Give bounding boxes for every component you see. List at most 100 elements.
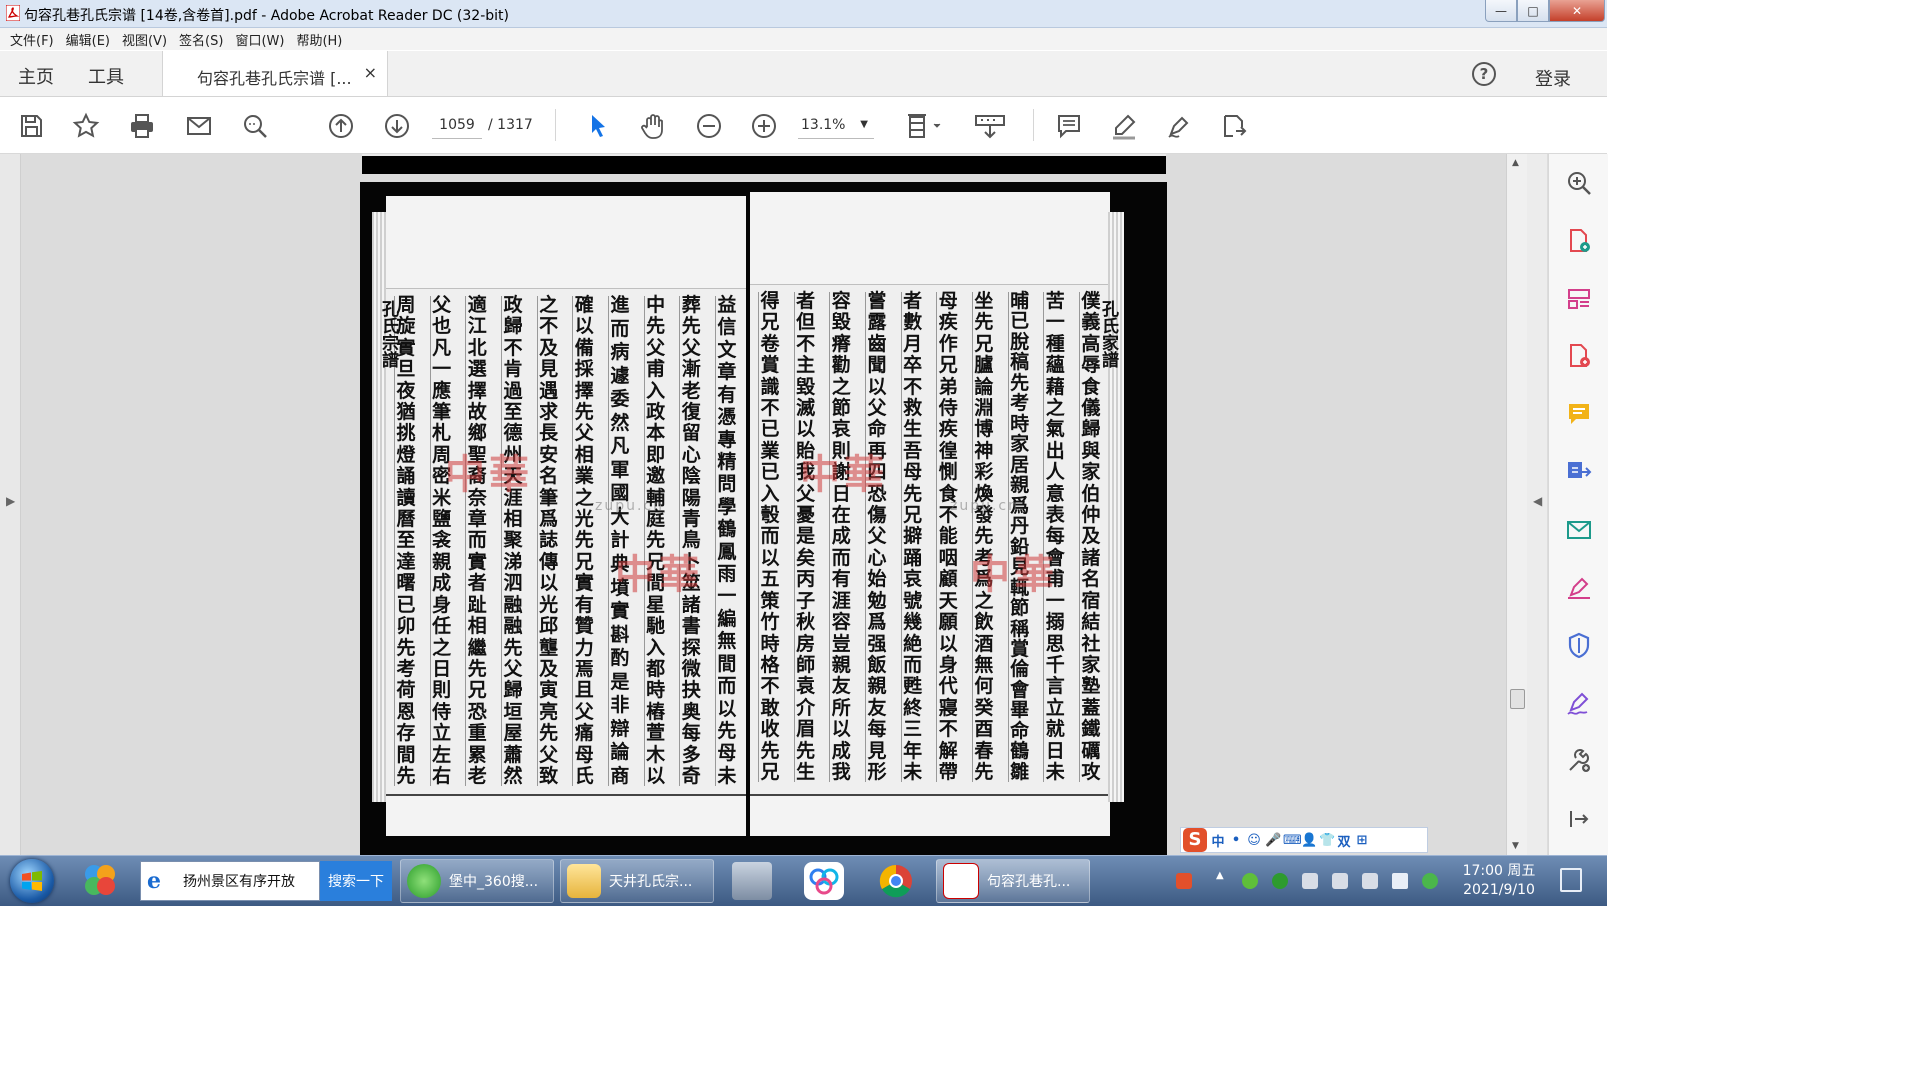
comment-tool-icon[interactable] <box>1564 399 1594 429</box>
start-button[interactable] <box>10 859 54 903</box>
text-column: 周旋實旦夜猶挑燈誦讀曆至達曙已卯先考荷恩存間先 <box>394 296 417 786</box>
close-tab-button[interactable]: × <box>364 63 377 82</box>
collapse-pane-icon[interactable] <box>1564 804 1594 834</box>
tab-home[interactable]: 主页 <box>18 63 54 89</box>
update-tray-icon[interactable] <box>1422 873 1438 889</box>
zoom-out-icon[interactable] <box>694 111 724 141</box>
360-tray-icon[interactable] <box>1242 873 1258 889</box>
taskbar-item-folder[interactable]: 天井孔氏宗... <box>560 859 714 903</box>
notification-icon[interactable] <box>1560 868 1582 892</box>
fill-sign-icon[interactable] <box>1164 111 1194 141</box>
system-clock[interactable]: 17:00 周五 2021/9/10 <box>1460 862 1538 900</box>
scroll-mode-icon[interactable] <box>970 111 1010 141</box>
export-icon[interactable] <box>1219 111 1249 141</box>
bookmark-star-icon[interactable] <box>71 111 101 141</box>
network-tray-icon[interactable] <box>1302 873 1318 889</box>
scroll-up-icon[interactable]: ▲ <box>1512 158 1519 168</box>
save-icon[interactable] <box>16 111 46 141</box>
zoom-in-icon[interactable] <box>749 111 779 141</box>
next-page-icon[interactable] <box>382 111 412 141</box>
create-pdf-icon[interactable] <box>1564 226 1594 256</box>
request-signature-icon[interactable] <box>1564 688 1594 718</box>
sign-in-button[interactable]: 登录 <box>1535 65 1571 91</box>
comment-icon[interactable] <box>1054 111 1084 141</box>
menu-help[interactable]: 帮助(H) <box>296 30 342 49</box>
send-for-review-icon[interactable] <box>1564 515 1594 545</box>
menu-edit[interactable]: 编辑(E) <box>66 30 110 49</box>
taskbar-item-acrobat[interactable]: 句容孔巷孔... <box>936 859 1090 903</box>
prev-page-icon[interactable] <box>326 111 356 141</box>
volume-icon[interactable] <box>1392 873 1408 889</box>
text-column: 嘗露齒聞以父命再四恐傷父心始勉爲强飯親友每見形 <box>864 292 888 782</box>
text-column: 得兄卷賞識不已業已入彀而以五策竹時格不敢收先兄 <box>758 292 781 782</box>
device-tray-icon[interactable] <box>1332 873 1348 889</box>
display-tray-icon[interactable] <box>1362 873 1378 889</box>
text-column: 苦一種蘊藉之氣出人意表每會甫一搦思千言立就日未 <box>1043 292 1066 782</box>
sogou-ime-icon[interactable]: S <box>1183 828 1207 852</box>
taskbar-search-button[interactable]: 搜索一下 <box>320 861 392 901</box>
sogou-tray-icon[interactable] <box>1176 873 1192 889</box>
text-column: 中先父甫入政本即邀輔庭先兄間星馳入都時樁萱木以 <box>643 296 667 786</box>
taskbar-item-label: 天井孔氏宗... <box>609 874 693 890</box>
pinned-app-icon[interactable] <box>804 862 844 900</box>
edit-pdf-icon[interactable] <box>1564 341 1594 371</box>
scroll-thumb[interactable] <box>1510 689 1525 709</box>
watermark: 中華 <box>445 451 533 498</box>
watermark: 中華 <box>970 551 1058 598</box>
restore-button[interactable]: □ <box>1517 0 1549 22</box>
highlight-pen-icon[interactable] <box>1109 111 1139 141</box>
scroll-down-icon[interactable]: ▼ <box>1512 841 1519 851</box>
security-tray-icon[interactable] <box>1272 873 1288 889</box>
hand-icon[interactable] <box>638 111 668 141</box>
ime-toolbar[interactable]: S 中 • ☺ 🎤 ⌨ 👤 👕 双 ⊞ <box>1180 827 1428 853</box>
pinned-app-icon[interactable] <box>80 860 120 900</box>
ime-menu-icon[interactable]: ⊞ <box>1355 833 1369 848</box>
menu-file[interactable]: 文件(F) <box>10 30 54 49</box>
page-number-input[interactable]: 1059 <box>432 112 482 139</box>
tab-tools[interactable]: 工具 <box>88 63 124 89</box>
more-tools-icon[interactable] <box>1564 746 1594 776</box>
select-cursor-icon[interactable] <box>583 111 613 141</box>
ime-emoji-icon[interactable]: ☺ <box>1247 833 1261 848</box>
page-fit-icon[interactable] <box>904 111 948 141</box>
export-pdf-icon[interactable] <box>1564 457 1594 487</box>
menu-sign[interactable]: 签名(S) <box>179 30 223 49</box>
protect-shield-icon[interactable] <box>1564 630 1594 660</box>
fill-and-sign-icon[interactable] <box>1564 572 1594 602</box>
ime-punctuation[interactable]: • <box>1229 833 1243 848</box>
left-margin-title: 孔氏宗譜 <box>378 300 398 368</box>
menu-view[interactable]: 视图(V) <box>122 30 167 49</box>
vertical-scrollbar[interactable]: ▲ ▼ <box>1506 154 1527 855</box>
ime-chinese-mode[interactable]: 中 <box>1211 831 1225 850</box>
organize-pages-icon[interactable] <box>1564 284 1594 314</box>
ime-user-icon[interactable]: 👤 <box>1301 833 1317 848</box>
print-icon[interactable] <box>127 111 157 141</box>
chevron-down-icon: ▼ <box>860 119 868 130</box>
windows-logo-icon <box>22 871 42 891</box>
right-panel-toggle[interactable]: ◀ <box>1527 154 1547 855</box>
find-icon[interactable] <box>240 111 270 141</box>
text-column: 政歸不肯過至德州天涯相聚涕泗融融先父歸垣屋蕭然 <box>500 296 524 786</box>
ime-skin-icon[interactable]: 👕 <box>1319 833 1335 848</box>
zoom-level-select[interactable]: 13.1% ▼ <box>798 112 874 139</box>
taskbar-item-360-browser[interactable]: 堡中_360搜... <box>400 859 554 903</box>
ime-voice-icon[interactable]: 🎤 <box>1265 833 1281 848</box>
zoom-tool-icon[interactable] <box>1564 168 1594 198</box>
ime-double-mode[interactable]: 双 <box>1337 831 1351 850</box>
email-icon[interactable] <box>184 111 214 141</box>
expand-left-icon: ▶ <box>6 494 16 508</box>
close-window-button[interactable]: ✕ <box>1549 0 1605 22</box>
show-hidden-icons[interactable]: ▲ <box>1216 870 1224 881</box>
chrome-icon[interactable] <box>876 862 916 900</box>
left-panel-toggle[interactable]: ▶ <box>0 154 21 855</box>
text-column: 確以備採擇先父相業之光先兄實有贊力焉且父痛母氏 <box>572 296 595 786</box>
pinned-tool-icon[interactable] <box>732 862 772 900</box>
ime-keyboard-icon[interactable]: ⌨ <box>1283 833 1302 848</box>
text-column: 父也凡一應筆札周密米鹽衾親成身任之日則侍立左右 <box>429 296 453 786</box>
tab-document[interactable]: 句容孔巷孔氏宗谱 [... × <box>162 51 388 96</box>
minimize-button[interactable]: — <box>1485 0 1517 22</box>
help-icon[interactable]: ? <box>1472 62 1496 86</box>
toolbar-divider <box>1033 109 1034 141</box>
taskbar-search-box[interactable]: e 扬州景区有序开放 <box>140 861 320 901</box>
menu-window[interactable]: 窗口(W) <box>235 30 284 49</box>
